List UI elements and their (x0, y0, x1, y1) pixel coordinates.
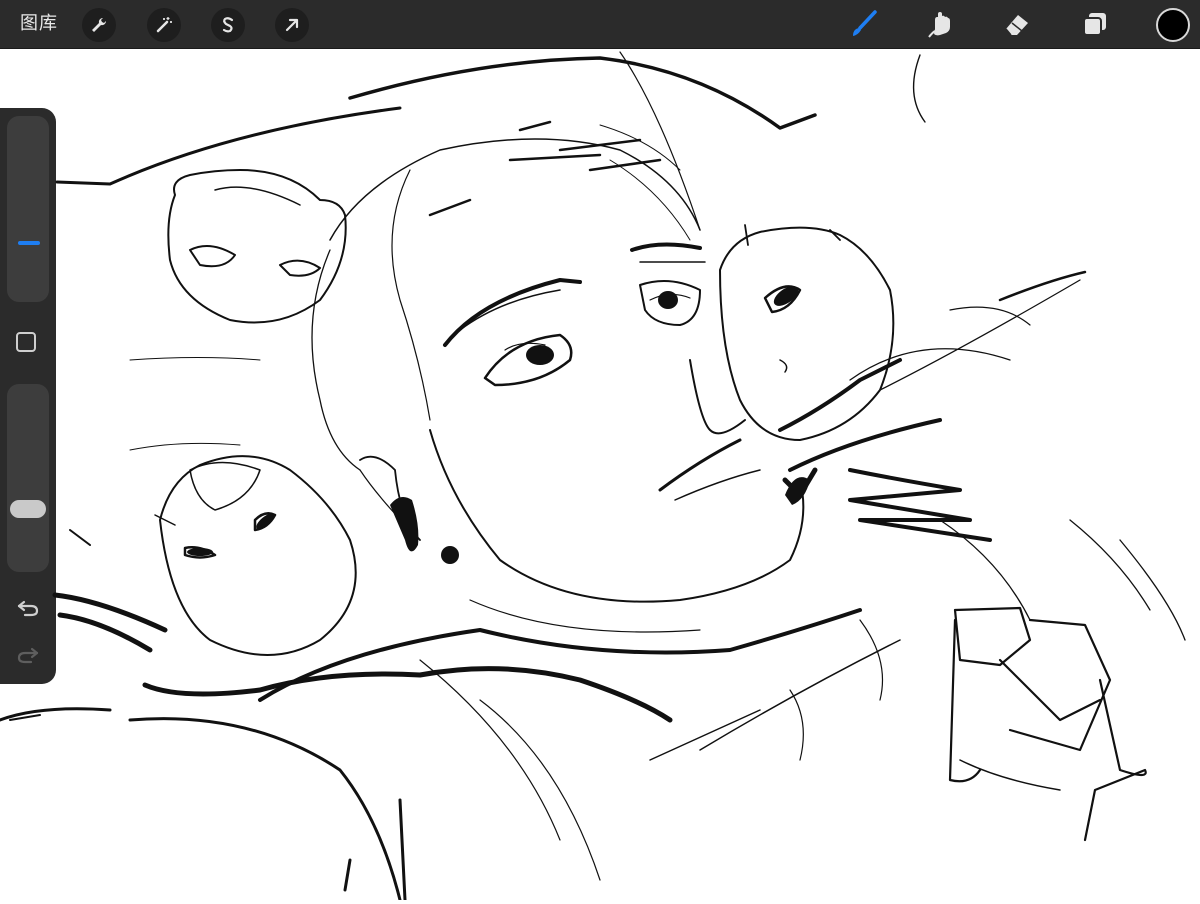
drawing-canvas[interactable] (0, 48, 1200, 902)
smudge-icon[interactable] (924, 7, 958, 41)
adjustments-wand-icon[interactable] (147, 8, 181, 42)
top-toolbar: 图库 (0, 0, 1200, 48)
gallery-button[interactable]: 图库 (20, 12, 58, 36)
color-picker-swatch[interactable] (1156, 8, 1190, 42)
selection-s-icon[interactable] (211, 8, 245, 42)
transform-arrow-icon[interactable] (275, 8, 309, 42)
layers-icon[interactable] (1078, 7, 1112, 41)
brush-icon[interactable] (846, 7, 880, 41)
actions-wrench-icon[interactable] (82, 8, 116, 42)
sketch-artwork (0, 51, 1186, 902)
eraser-icon[interactable] (1000, 7, 1034, 41)
